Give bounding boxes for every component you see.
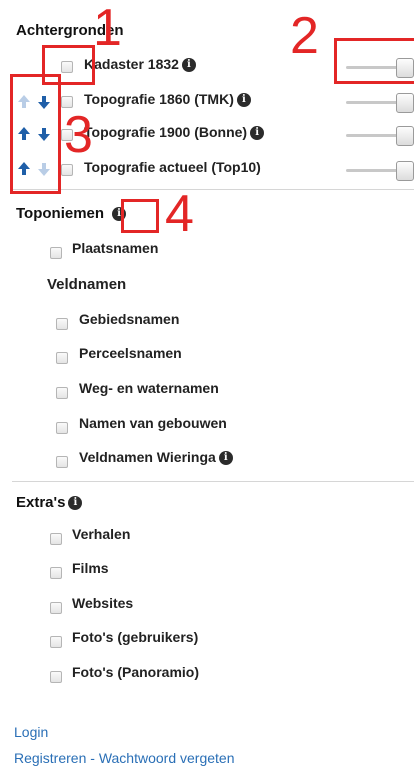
- forgot-password-link[interactable]: Wachtwoord vergeten: [99, 750, 235, 766]
- opacity-slider-handle-tmk[interactable]: [396, 93, 414, 113]
- layer-label-tmk: Topografie 1860 (TMK): [84, 91, 234, 107]
- label-gebiedsnamen: Gebiedsnamen: [79, 311, 180, 327]
- toponiemen-title: Toponiemen: [16, 205, 105, 222]
- label-fotos-gebruikers: Foto's (gebruikers): [72, 629, 199, 645]
- checkbox-gebiedsnamen[interactable]: [56, 318, 68, 330]
- checkbox-weg-waternamen[interactable]: [56, 387, 68, 399]
- checkbox-films[interactable]: [50, 567, 62, 579]
- label-plaatsnamen: Plaatsnamen: [72, 240, 159, 256]
- label-perceelsnamen: Perceelsnamen: [79, 345, 182, 361]
- label-verhalen: Verhalen: [72, 526, 131, 542]
- checkbox-namen-gebouwen[interactable]: [56, 422, 68, 434]
- annotation-number-2: 2: [290, 7, 319, 65]
- info-icon[interactable]: i: [250, 126, 265, 141]
- info-icon[interactable]: i: [181, 58, 196, 73]
- register-link[interactable]: Registreren: [14, 750, 86, 766]
- checkbox-websites[interactable]: [50, 602, 62, 614]
- label-fotos-panoramio: Foto's (Panoramio): [72, 664, 199, 680]
- layer-label-bonne: Topografie 1900 (Bonne): [84, 124, 248, 140]
- layer-checkbox-top10[interactable]: [61, 164, 73, 176]
- label-veldnamen-wieringa: Veldnamen Wieringa: [79, 449, 216, 465]
- annotation-number-4: 4: [165, 185, 194, 243]
- checkbox-verhalen[interactable]: [50, 533, 62, 545]
- annotation-box-4: [121, 199, 159, 233]
- section-divider: [12, 481, 414, 482]
- annotation-number-1: 1: [93, 0, 122, 57]
- link-separator: -: [90, 750, 95, 766]
- info-icon[interactable]: i: [236, 93, 251, 108]
- label-websites: Websites: [72, 595, 134, 611]
- account-links: Registreren - Wachtwoord vergeten: [14, 750, 235, 766]
- annotation-number-3: 3: [64, 106, 93, 164]
- info-icon[interactable]: i: [218, 451, 233, 466]
- checkbox-plaatsnamen[interactable]: [50, 247, 62, 259]
- checkbox-perceelsnamen[interactable]: [56, 352, 68, 364]
- layer-label-top10: Topografie actueel (Top10): [84, 159, 261, 175]
- checkbox-fotos-gebruikers[interactable]: [50, 636, 62, 648]
- extras-title: Extra's: [16, 494, 66, 511]
- label-films: Films: [72, 560, 109, 576]
- section-divider: [12, 189, 414, 190]
- annotation-box-3: [10, 74, 61, 194]
- label-namen-gebouwen: Namen van gebouwen: [79, 415, 227, 431]
- checkbox-fotos-panoramio[interactable]: [50, 671, 62, 683]
- layer-label-kadaster: Kadaster 1832: [84, 56, 179, 72]
- annotation-box-2: [334, 38, 414, 84]
- veldnamen-title: Veldnamen: [47, 276, 127, 293]
- info-icon[interactable]: i: [68, 496, 83, 511]
- opacity-slider-handle-top10[interactable]: [396, 161, 414, 181]
- opacity-slider-handle-bonne[interactable]: [396, 126, 414, 146]
- checkbox-veldnamen-wieringa[interactable]: [56, 456, 68, 468]
- login-link[interactable]: Login: [14, 724, 48, 740]
- label-weg-waternamen: Weg- en waternamen: [79, 380, 219, 396]
